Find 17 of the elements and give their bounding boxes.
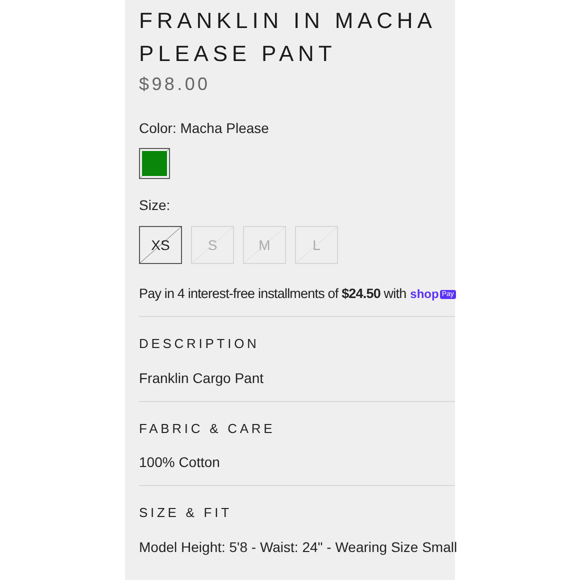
section-heading: DESCRIPTION xyxy=(139,335,260,354)
section-heading: FABRIC & CARE xyxy=(139,420,276,438)
section-heading: SIZE & FIT xyxy=(139,504,233,522)
color-swatch[interactable] xyxy=(139,148,170,179)
color-label: Color: Macha Please xyxy=(139,119,270,138)
shop-pay-logo: shop xyxy=(410,286,439,304)
price: $98.00 xyxy=(139,73,212,96)
section-body: Model Height: 5'8 - Waist: 24" - Wearing Size Small xyxy=(139,538,455,557)
section-body: 100% Cotton xyxy=(139,453,221,472)
product-title: FRANKLIN IN MACHA PLEASE PANT xyxy=(139,7,436,68)
size-option[interactable]: L xyxy=(295,226,338,264)
size-option[interactable]: XS xyxy=(139,226,182,264)
size-label: Size: xyxy=(139,196,172,215)
installments-text: Pay in 4 interest-free installments of $24.50 with xyxy=(139,285,406,303)
section-body: Franklin Cargo Pant xyxy=(139,368,265,388)
size-option[interactable]: M xyxy=(243,226,286,264)
size-option[interactable]: S xyxy=(191,226,234,264)
